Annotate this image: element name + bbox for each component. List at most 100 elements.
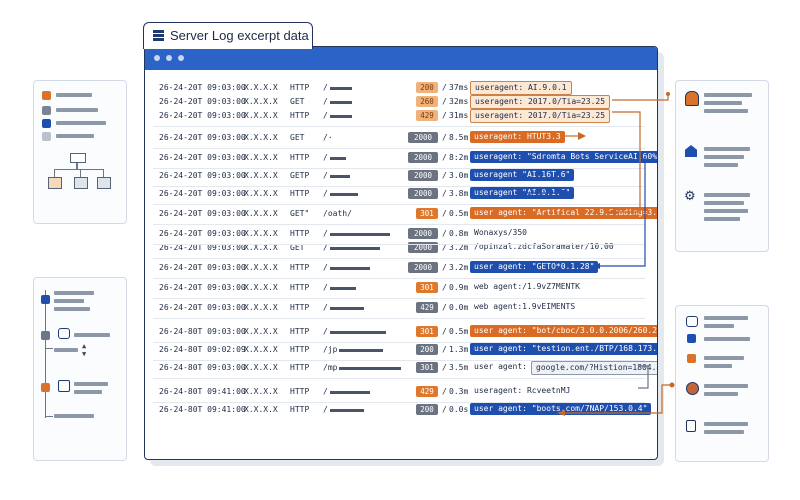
user-agent-cell[interactable]: user agent: "bot/cboc/3.0.0.2006/260.22" — [470, 325, 657, 337]
log-path: / — [323, 325, 386, 339]
log-path: /oath/ — [323, 207, 352, 221]
user-agent-cell[interactable]: user agent: "testion.ent./BTP/168.173.3" — [470, 343, 657, 355]
redacted-path-bar — [329, 156, 346, 160]
user-agent-cell[interactable]: /opinzal.zdcfaSoramater/10.00 — [470, 241, 618, 253]
log-row[interactable]: 26-24-20T 09:03:00 X.X.X.X HTTP/429/0.0m we… — [145, 301, 657, 315]
status-badge: 200 — [416, 82, 438, 93]
row-divider — [153, 342, 645, 343]
window-control-dot[interactable] — [154, 55, 160, 61]
window-control-dot[interactable] — [178, 55, 184, 61]
row-divider — [153, 360, 645, 361]
log-path: / — [323, 227, 390, 241]
redacted-path-bar — [329, 266, 370, 270]
log-response-time: 32ms — [449, 97, 469, 106]
row-divider — [153, 186, 645, 187]
user-agent-cell[interactable]: web agent:1.9vEIMENTS — [470, 301, 579, 313]
user-agent-cell[interactable]: user agent: "GETO*0.1.28" — [470, 261, 599, 273]
user-agent-cell[interactable]: useragent: "Sdromta Bots ServiceAI.60%6" — [470, 151, 657, 163]
log-row[interactable]: 26-24-80T 09:41:00 X.X.X.X HTTP/429/0.3m us… — [145, 385, 657, 399]
server-icon — [153, 30, 164, 41]
log-path: / — [323, 109, 352, 123]
log-row[interactable]: 26-24-80T 09:03:00 X.X.X.X HTTP/301/0.5m us… — [145, 325, 657, 339]
orange-square-icon — [41, 383, 50, 392]
log-path-text: / — [323, 387, 328, 396]
user-agent-cell[interactable]: user agent: — [470, 361, 531, 373]
form-icon — [58, 380, 70, 392]
log-ip: X.X.X.X — [244, 97, 278, 106]
log-response-time: 8:2m — [449, 153, 469, 162]
log-response-time: 0.8m — [449, 229, 469, 238]
log-row[interactable]: 26-24-20T 09:03:00 X.X.X.X HTTP/2000/0.8m W… — [145, 227, 657, 241]
log-response-time: 37ms — [449, 83, 469, 92]
log-timestamp: 26-24-80T 09:41:00 — [159, 387, 246, 396]
log-path-text: / — [323, 263, 328, 272]
window-control-dot[interactable] — [166, 55, 172, 61]
robot-icon — [686, 316, 698, 327]
log-path: / — [323, 95, 352, 109]
user-agent-cell[interactable]: web agent:/1.9vZ7MENTK — [470, 281, 584, 293]
log-row[interactable]: 26-24-20T 09:03:00 X.X.X.X HTTP/2000/8:2m u… — [145, 151, 657, 165]
log-method: HTTP — [290, 263, 310, 272]
log-response-time: 3.0m — [449, 171, 469, 180]
user-agent-cell[interactable]: Wonaxys/350 — [470, 227, 531, 239]
gray-square-icon — [41, 331, 50, 340]
log-row[interactable]: 26-24-20T 09:03:00 X.X.X.X HTTP/2000/3.8m u… — [145, 187, 657, 201]
log-row[interactable]: 26-24-80T 09:03:00 X.X.X.X HTTP/mp 301 /3.5m… — [145, 361, 657, 375]
log-row[interactable]: 26-24-20T 09:03:00 X.X.X.X GETP/2000/3.0m u… — [145, 169, 657, 183]
log-row[interactable]: 26-24-80T 09:02:09 X.X.X.X HTTP/jp 200 /1.3m… — [145, 343, 657, 357]
log-ip: X.X.X.X — [244, 229, 278, 238]
log-timestamp: 26-24-20T 09:03:00 — [159, 97, 246, 106]
log-slash: / — [442, 189, 447, 198]
user-agent-cell[interactable]: useragent: 2017.0/Tia=23.25 — [470, 95, 611, 109]
log-row[interactable]: 26-24-80T 09:41:00 X.X.X.X HTTP/200/0.0s us… — [145, 403, 657, 417]
log-row[interactable]: 26-24-20T 09:03:00 X.X.X.X HTTP/429/31ms us… — [145, 109, 657, 123]
log-response-time: 0.0m — [449, 303, 469, 312]
log-ip: X.X.X.X — [244, 363, 278, 372]
log-slash: / — [442, 283, 447, 292]
user-agent-cell[interactable]: user agent: "Artifical 22.9.Scading=3.8" — [470, 207, 657, 219]
log-row[interactable]: 26-24-20T 09:03:00 X.X.X.X GET /· 2000 /8.5m u… — [145, 131, 657, 145]
log-ip: X.X.X.X — [244, 263, 278, 272]
log-row[interactable]: 26-24-20T 09:03:00 X.X.X.X HTTP/301/0.9m we… — [145, 281, 657, 295]
log-slash: / — [442, 345, 447, 354]
log-row[interactable]: 26-24-20T 09:03:00 X.X.X.X HTTP/2000/3.2m u… — [145, 261, 657, 275]
log-row[interactable]: 26-24-20T 09:03:00 X.X.X.X HTTP/200/37ms us… — [145, 81, 657, 95]
log-path: / — [323, 187, 358, 201]
user-agent-cell[interactable]: useragent: RcveetnMJ — [470, 385, 574, 397]
log-path-text: / — [323, 283, 328, 292]
log-ip: X.X.X.X — [244, 153, 278, 162]
user-agent-cell[interactable]: useragent "AI.16T.6" — [470, 169, 575, 181]
right-legend-panel-top: ⚙ — [675, 80, 769, 252]
tree-node-a — [48, 177, 62, 189]
log-response-time: 0.5m — [449, 327, 469, 336]
sort-icon: ▲ ▼ — [82, 342, 87, 358]
user-agent-cell[interactable]: useragent: 2017.0/Tia=23.25 — [470, 109, 611, 123]
tree-node-root — [70, 153, 86, 163]
log-slash: / — [442, 171, 447, 180]
log-path-text: / — [323, 111, 328, 120]
log-row[interactable]: 26-24-20T 09:03:00 X.X.X.X GET" /oath/301 /0… — [145, 207, 657, 221]
status-badge: 301 — [416, 326, 438, 337]
status-badge: 2000 — [408, 188, 438, 199]
log-slash: / — [442, 153, 447, 162]
redacted-path-bar — [329, 174, 350, 178]
log-response-time: 3.5m — [449, 363, 469, 372]
row-divider — [153, 318, 645, 319]
log-row[interactable]: 26-24-20T 09:03:00 X.X.X.X GET/260/32ms use… — [145, 95, 657, 109]
row-divider — [153, 126, 645, 127]
user-agent-cell[interactable]: user agent: "boots.com/7NAP/153.0.4" — [470, 403, 652, 415]
log-ip: X.X.X.X — [244, 405, 278, 414]
log-path-text: / — [323, 189, 328, 198]
status-badge: 301 — [416, 208, 438, 219]
user-agent-cell-extra[interactable]: google.com/?Histion=1804.8" — [531, 361, 657, 375]
log-response-time: 0.3m — [449, 387, 469, 396]
status-badge: 2000 — [408, 170, 438, 181]
log-method: HTTP — [290, 283, 310, 292]
user-agent-cell[interactable]: useragent: AI.9.0.1 — [470, 81, 572, 95]
user-agent-cell[interactable]: useragent "AI.0.1.0" — [470, 187, 575, 199]
user-agent-cell[interactable]: useragent: HTUT3.3 — [470, 131, 565, 143]
log-ip: X.X.X.X — [244, 283, 278, 292]
log-method: GET" — [290, 209, 310, 218]
log-method: HTTP — [290, 303, 310, 312]
window-tab[interactable]: Server Log excerpt data — [143, 22, 313, 49]
